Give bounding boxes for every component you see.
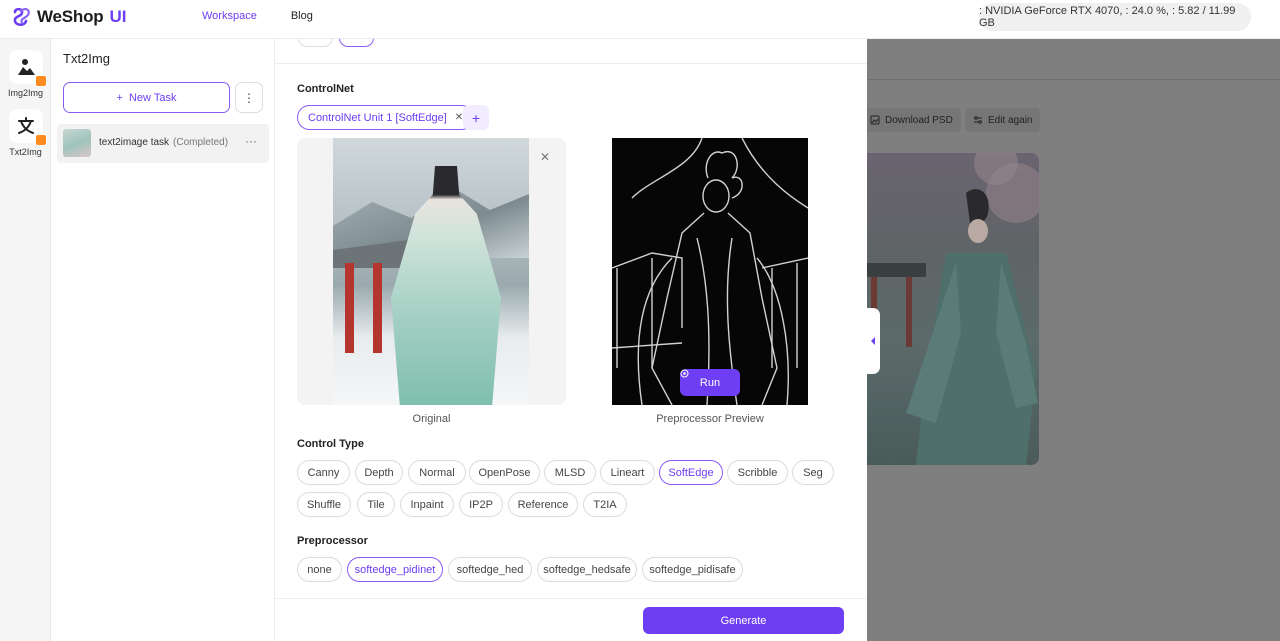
preview-caption: Preprocessor Preview — [656, 413, 764, 425]
edit-again-label: Edit again — [988, 114, 1033, 126]
weshop-logo-icon — [13, 7, 30, 27]
new-task-button[interactable]: + New Task — [63, 82, 230, 113]
option-tab[interactable] — [298, 39, 333, 47]
control-type-tile[interactable]: Tile — [357, 492, 395, 517]
weshop-logo[interactable]: WeShop UI — [11, 6, 127, 28]
result-divider — [867, 79, 1280, 80]
close-icon[interactable]: ✕ — [455, 112, 463, 123]
gpu-status: : NVIDIA GeForce RTX 4070, : 24.0 %, : 5… — [979, 3, 1251, 31]
tool-rail: Img2Img Txt2Img — [0, 39, 51, 641]
control-type-depth[interactable]: Depth — [355, 460, 403, 485]
control-type-reference[interactable]: Reference — [508, 492, 578, 517]
original-image-card[interactable]: ✕ — [297, 138, 566, 405]
person-photo-icon — [8, 50, 47, 87]
preprocessor-softedge-pidinet[interactable]: softedge_pidinet — [347, 557, 443, 582]
preprocessor-preview: Run — [612, 138, 808, 405]
rail-item-txt2img[interactable]: Txt2Img — [0, 109, 51, 157]
sliders-icon — [974, 116, 982, 124]
option-tab-active[interactable] — [339, 39, 374, 47]
generate-button[interactable]: Generate — [643, 607, 844, 634]
original-caption: Original — [412, 413, 451, 425]
rail-label: Img2Img — [7, 88, 43, 98]
control-type-normal[interactable]: Normal — [408, 460, 466, 485]
task-title: text2image task (Completed) — [99, 137, 228, 148]
eye-icon — [680, 369, 689, 378]
controlnet-unit-tab[interactable]: ControlNet Unit 1 [SoftEdge] ✕ — [297, 105, 475, 130]
nav-workspace[interactable]: Workspace — [202, 10, 257, 22]
new-task-label: New Task — [128, 91, 177, 104]
preprocessor-none[interactable]: none — [297, 557, 342, 582]
settings-panel: ControlNet ControlNet Unit 1 [SoftEdge] … — [275, 39, 867, 641]
task-name: text2image task — [99, 137, 170, 148]
control-type-title: Control Type — [297, 438, 365, 450]
task-list-item[interactable]: text2image task (Completed) ··· — [57, 124, 269, 163]
rail-item-img2img[interactable]: Img2Img — [0, 50, 51, 98]
task-options-button[interactable]: ⋮ — [235, 82, 263, 113]
control-type-openpose[interactable]: OpenPose — [469, 460, 540, 485]
preprocessor-softedge-hed[interactable]: softedge_hed — [448, 557, 532, 582]
task-status: (Completed) — [173, 137, 229, 148]
preprocessor-title: Preprocessor — [297, 535, 368, 547]
control-type-softedge[interactable]: SoftEdge — [659, 460, 723, 485]
remove-image-icon[interactable]: ✕ — [538, 150, 552, 164]
task-more-icon[interactable]: ··· — [245, 134, 257, 148]
badge-icon — [34, 134, 47, 146]
run-preprocessor-button[interactable]: Run — [680, 369, 740, 396]
control-type-inpaint[interactable]: Inpaint — [400, 492, 454, 517]
control-type-seg[interactable]: Seg — [792, 460, 834, 485]
nav-blog[interactable]: Blog — [291, 10, 313, 22]
logo-suffix: UI — [109, 7, 127, 26]
top-header: WeShop UI Workspace Blog : NVIDIA GeForce… — [0, 0, 1280, 39]
run-label: Run — [699, 376, 721, 389]
section-divider — [275, 63, 867, 64]
preprocessor-softedge-pidisafe[interactable]: softedge_pidisafe — [642, 557, 743, 582]
option-tabs — [298, 39, 374, 47]
preprocessor-softedge-hedsafe[interactable]: softedge_hedsafe — [537, 557, 637, 582]
edit-again-button[interactable]: Edit again — [965, 108, 1041, 132]
controlnet-title: ControlNet — [297, 83, 354, 95]
download-psd-label: Download PSD — [885, 114, 953, 126]
task-thumbnail — [63, 129, 91, 157]
task-panel: Txt2Img + New Task ⋮ text2image task (Com… — [51, 39, 275, 641]
controlnet-unit-label: ControlNet Unit 1 [SoftEdge] — [308, 111, 447, 124]
footer-divider — [275, 598, 867, 599]
badge-icon — [34, 75, 47, 87]
download-psd-button[interactable]: Download PSD — [862, 108, 961, 132]
control-type-canny[interactable]: Canny — [297, 460, 350, 485]
task-panel-title: Txt2Img — [63, 51, 110, 66]
control-type-t2ia[interactable]: T2IA — [583, 492, 627, 517]
control-type-ip2p[interactable]: IP2P — [459, 492, 503, 517]
logo-text: WeShop — [37, 7, 104, 26]
plus-icon: + — [116, 91, 123, 104]
softedge-map — [612, 138, 808, 405]
control-type-scribble[interactable]: Scribble — [727, 460, 788, 485]
original-image — [333, 138, 529, 405]
caret-left-icon — [871, 337, 875, 345]
control-type-mlsd[interactable]: MLSD — [544, 460, 596, 485]
control-type-shuffle[interactable]: Shuffle — [297, 492, 351, 517]
translate-icon — [8, 109, 47, 146]
add-unit-button[interactable]: + — [463, 105, 489, 130]
result-illustration — [866, 153, 1039, 465]
rail-label: Txt2Img — [9, 147, 42, 157]
image-icon — [870, 115, 880, 125]
result-image[interactable] — [866, 153, 1039, 465]
collapse-panel-button[interactable] — [866, 308, 880, 374]
top-nav: Workspace Blog — [202, 10, 313, 22]
control-type-lineart[interactable]: Lineart — [600, 460, 655, 485]
